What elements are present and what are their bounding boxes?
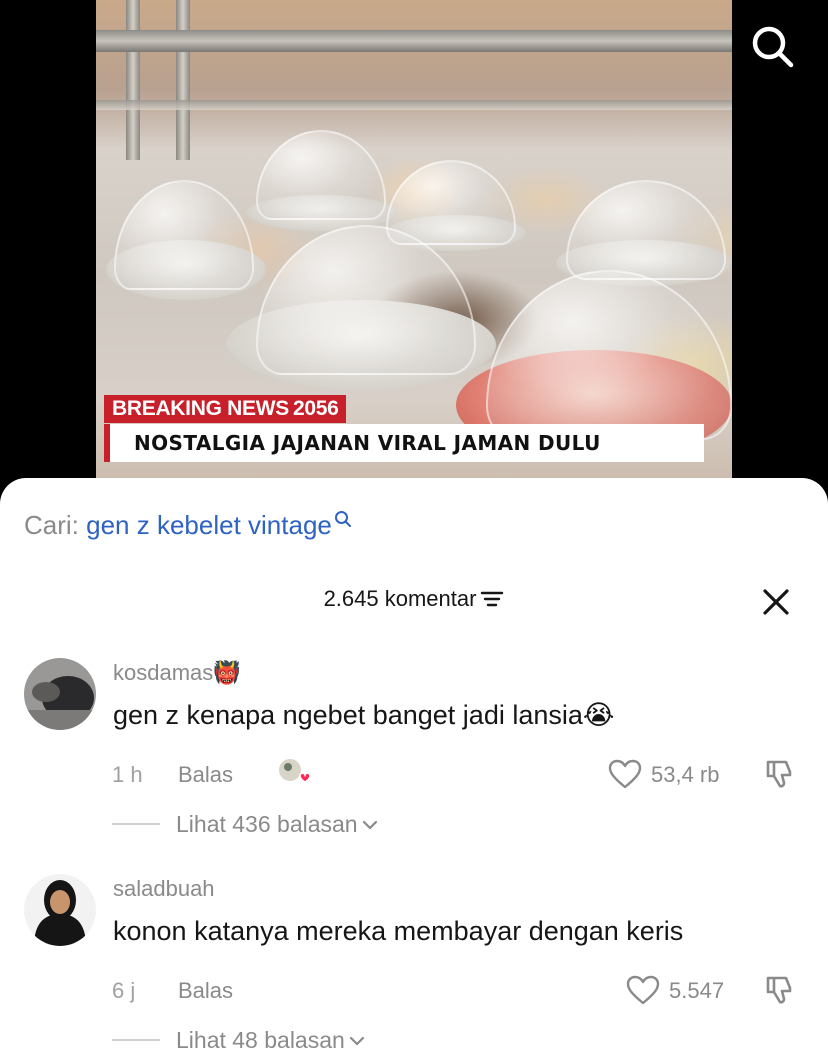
heart-icon [608,759,642,789]
dislike-button[interactable] [764,974,796,1006]
username-text: kosdamas [113,660,214,685]
view-replies-label: Lihat 436 balasan [176,811,358,837]
view-replies-button[interactable]: Lihat 436 balasan [176,811,378,838]
chevron-down-icon [362,820,377,830]
conveyor-rail [96,100,732,110]
video-player[interactable]: BREAKING NEWS 2056 NOSTALGIA JAJANAN VIRA… [96,0,732,500]
comment-count: 2.645 komentar [323,586,477,611]
like-count: 53,4 rb [651,762,720,787]
comment-text: konon katanya mereka membayar dengan ker… [113,916,684,946]
chevron-down-icon [349,1036,364,1046]
comment-text-emoji: 😭 [582,700,615,730]
reply-button[interactable]: Balas [178,762,233,788]
avatar[interactable] [24,658,96,730]
like-count: 5.547 [669,978,725,1003]
search-suggestion-query[interactable]: gen z kebelet vintage [86,510,332,540]
creator-avatar-icon [277,757,311,783]
comment-username[interactable]: saladbuah [113,876,215,902]
username-emoji: 👹 [213,660,241,685]
comment-username[interactable]: kosdamas👹 [113,660,241,686]
close-button[interactable] [760,586,792,618]
breaking-news-banner: BREAKING NEWS 2056 [104,395,347,423]
search-button[interactable] [748,22,796,70]
search-icon [334,511,351,527]
replies-divider [112,1039,160,1041]
search-suggestion-prefix: Cari: [24,510,79,540]
like-button[interactable] [608,759,642,789]
conveyor-post [176,0,190,160]
like-button[interactable] [626,975,660,1005]
creator-liked-badge [276,756,316,790]
breaking-year: 2056 [292,397,339,420]
comment-time: 6 j [112,978,136,1003]
dislike-icon [766,760,792,788]
glass-dome [486,270,732,440]
app-root: BREAKING NEWS 2056 NOSTALGIA JAJANAN VIRA… [0,0,828,1055]
view-replies-button[interactable]: Lihat 48 balasan [176,1027,365,1054]
dislike-button[interactable] [764,758,796,790]
comment-text-body: gen z kenapa ngebet banget jadi lansia [113,700,583,730]
view-replies-label: Lihat 48 balasan [176,1027,345,1053]
conveyor-rail [96,30,732,52]
filter-icon [481,591,504,607]
comment-text: gen z kenapa ngebet banget jadi lansia😭 [113,700,614,731]
comments-header: 2.645 komentar [0,586,828,615]
heart-icon [626,975,660,1005]
replies-divider [112,823,160,825]
reply-button[interactable]: Balas [178,978,233,1004]
glass-dome [114,180,254,290]
close-icon [763,589,789,615]
filter-button[interactable] [480,589,504,615]
comment-time: 1 h [112,762,143,787]
breaking-label: BREAKING NEWS [112,397,289,420]
avatar-image [24,874,96,946]
search-icon [752,26,794,68]
avatar[interactable] [24,874,96,946]
news-headline: NOSTALGIA JAJANAN VIRAL JAMAN DULU [110,424,704,462]
dislike-icon [766,976,792,1004]
glass-dome [566,180,726,280]
comments-sheet: Cari: gen z kebelet vintage 2.645 koment… [0,478,828,1055]
glass-dome [256,130,386,220]
conveyor-post [126,0,140,160]
avatar-image [24,658,96,730]
search-suggestion[interactable]: Cari: gen z kebelet vintage [24,510,352,541]
